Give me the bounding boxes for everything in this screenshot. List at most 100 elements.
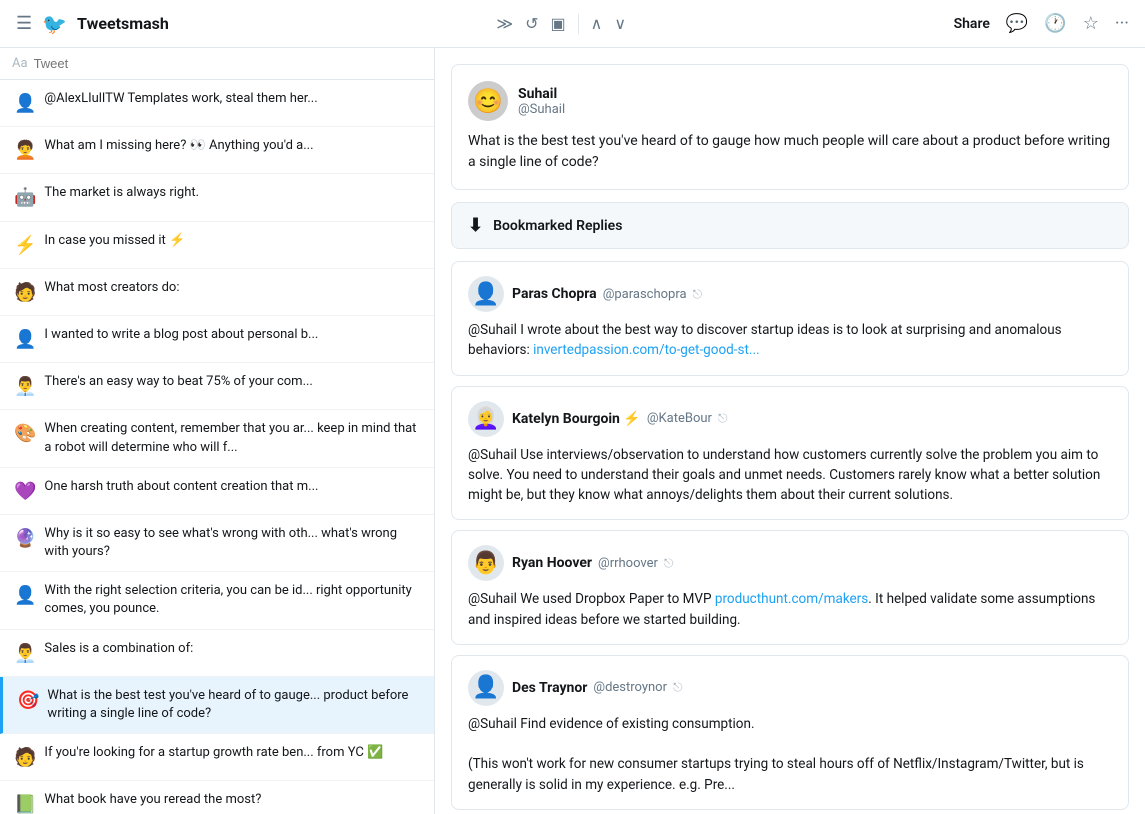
tweet-item-text: What most creators do: xyxy=(44,279,179,297)
bookmarked-icon: ⬇ xyxy=(468,215,483,236)
tweet-list-item[interactable]: 💜 One harsh truth about content creation… xyxy=(0,468,434,515)
tweet-item-text: One harsh truth about content creation t… xyxy=(44,478,318,496)
share-button[interactable]: Share xyxy=(954,16,990,32)
reply-body: @Suhail I wrote about the best way to di… xyxy=(468,320,1112,361)
tweet-item-text: What is the best test you've heard of to… xyxy=(47,687,420,723)
external-link-icon[interactable]: ⎋ xyxy=(673,680,683,695)
sidebar: Aa 👤 @AlexLIullTW Templates work, steal … xyxy=(0,48,435,814)
tweet-item-avatar: 👤 xyxy=(14,583,36,608)
up-arrow-icon[interactable]: ∧ xyxy=(587,10,607,37)
reply-avatar: 👨 xyxy=(468,545,504,581)
reply-card: 👤 Des Traynor @destroynor ⎋ @Suhail Find… xyxy=(451,655,1129,810)
sidebar-search-bar: Aa xyxy=(0,48,434,80)
hamburger-menu[interactable]: ☰ xyxy=(16,13,32,34)
tweet-list-item[interactable]: 👨‍💼 There's an easy way to beat 75% of y… xyxy=(0,363,434,410)
main-tweet-body: What is the best test you've heard of to… xyxy=(468,131,1112,173)
reply-author-handle: @rrhoover xyxy=(598,556,658,571)
app-logo-icon: 🐦 xyxy=(42,12,67,36)
tweet-item-text: Sales is a combination of: xyxy=(44,640,193,658)
tweet-item-avatar: 🧑 xyxy=(14,280,36,305)
external-link-icon[interactable]: ⎋ xyxy=(664,556,674,571)
reply-author-handle: @KateBour xyxy=(647,411,712,426)
tweet-list-item[interactable]: 🎨 When creating content, remember that y… xyxy=(0,410,434,467)
forward-icon[interactable]: ≫ xyxy=(492,10,517,37)
tweet-item-text: If you're looking for a startup growth r… xyxy=(44,744,383,762)
external-link-icon[interactable]: ⎋ xyxy=(718,411,728,426)
chat-icon[interactable]: 💬 xyxy=(1006,13,1028,34)
tweet-item-avatar: 👤 xyxy=(14,327,36,352)
clock-icon[interactable]: 🕐 xyxy=(1044,13,1066,34)
tweet-list-item[interactable]: 🧑‍🦱 What am I missing here? 👀 Anything y… xyxy=(0,127,434,174)
tweet-list-item[interactable]: 👤 I wanted to write a blog post about pe… xyxy=(0,316,434,363)
reply-card: 👤 Paras Chopra @paraschopra ⎋ @Suhail I … xyxy=(451,261,1129,376)
reply-header: 👤 Paras Chopra @paraschopra ⎋ xyxy=(468,276,1112,312)
search-input[interactable] xyxy=(34,56,422,71)
topbar: ☰ 🐦 Tweetsmash ≫ ↺ ▣ ∧ ∨ Share 💬 🕐 ☆ ··· xyxy=(0,0,1145,48)
tweet-item-text: I wanted to write a blog post about pers… xyxy=(44,326,318,344)
tweet-item-text: There's an easy way to beat 75% of your … xyxy=(44,373,312,391)
tweet-item-avatar: 🤖 xyxy=(14,185,36,210)
reply-list: 👤 Paras Chopra @paraschopra ⎋ @Suhail I … xyxy=(451,261,1129,810)
tweet-item-text: Why is it so easy to see what's wrong wi… xyxy=(44,525,420,561)
tweet-list-item[interactable]: ⚡ In case you missed it ⚡ xyxy=(0,222,434,269)
external-link-icon[interactable]: ⎋ xyxy=(693,287,703,302)
tweet-item-avatar: 💜 xyxy=(14,479,36,504)
tweet-list-item[interactable]: 👤 With the right selection criteria, you… xyxy=(0,572,434,629)
main-layout: Aa 👤 @AlexLIullTW Templates work, steal … xyxy=(0,48,1145,814)
reply-author-handle: @paraschopra xyxy=(603,287,687,302)
reply-link[interactable]: producthunt.com/makers xyxy=(715,591,868,607)
tweet-item-text: With the right selection criteria, you c… xyxy=(44,582,420,618)
reply-body: @Suhail Find evidence of existing consum… xyxy=(468,714,1112,795)
nav-divider xyxy=(578,14,579,34)
main-tweet-author-handle: @Suhail xyxy=(518,102,565,117)
search-aa-label: Aa xyxy=(12,56,28,71)
layout-icon[interactable]: ▣ xyxy=(547,10,570,37)
tweet-item-avatar: 🎨 xyxy=(14,421,36,446)
reply-author-name: Katelyn Bourgoin ⚡ xyxy=(512,411,641,427)
reply-link[interactable]: invertedpassion.com/to-get-good-st... xyxy=(533,342,759,358)
reply-avatar: 👩‍🦳 xyxy=(468,401,504,437)
reply-author-name: Paras Chopra xyxy=(512,286,597,302)
tweet-list-item[interactable]: 🎯 What is the best test you've heard of … xyxy=(0,677,434,734)
tweet-item-text: What am I missing here? 👀 Anything you'd… xyxy=(44,137,313,155)
tweet-list: 👤 @AlexLIullTW Templates work, steal the… xyxy=(0,80,434,814)
reply-user-info: Katelyn Bourgoin ⚡ @KateBour ⎋ xyxy=(512,411,727,427)
reply-card: 👨 Ryan Hoover @rrhoover ⎋ @Suhail We use… xyxy=(451,530,1129,645)
tweet-list-item[interactable]: 👨‍💼 Sales is a combination of: xyxy=(0,630,434,677)
down-arrow-icon[interactable]: ∨ xyxy=(610,10,630,37)
right-panel: 😊 Suhail @Suhail What is the best test y… xyxy=(435,48,1145,814)
reply-body: @Suhail Use interviews/observation to un… xyxy=(468,445,1112,506)
main-tweet-header: 😊 Suhail @Suhail xyxy=(468,81,1112,121)
tweet-item-avatar: 👨‍💼 xyxy=(14,374,36,399)
main-tweet-user-info: Suhail @Suhail xyxy=(518,86,565,117)
more-options-icon[interactable]: ··· xyxy=(1115,13,1129,34)
reply-header: 👤 Des Traynor @destroynor ⎋ xyxy=(468,670,1112,706)
tweet-item-text: The market is always right. xyxy=(44,184,199,202)
main-tweet-avatar: 😊 xyxy=(468,81,508,121)
reply-body: @Suhail We used Dropbox Paper to MVP pro… xyxy=(468,589,1112,630)
reply-header: 👨 Ryan Hoover @rrhoover ⎋ xyxy=(468,545,1112,581)
tweet-list-item[interactable]: 🧑 If you're looking for a startup growth… xyxy=(0,734,434,781)
tweet-item-avatar: 📗 xyxy=(14,792,36,814)
reply-header: 👩‍🦳 Katelyn Bourgoin ⚡ @KateBour ⎋ xyxy=(468,401,1112,437)
tweet-list-item[interactable]: 🧑 What most creators do: xyxy=(0,269,434,316)
tweet-item-text: When creating content, remember that you… xyxy=(44,420,420,456)
reply-author-name: Ryan Hoover xyxy=(512,555,592,571)
tweet-list-item[interactable]: 🔮 Why is it so easy to see what's wrong … xyxy=(0,515,434,572)
tweet-item-text: In case you missed it ⚡ xyxy=(44,232,185,250)
tweet-item-text: @AlexLIullTW Templates work, steal them … xyxy=(44,90,317,108)
retweet-icon[interactable]: ↺ xyxy=(521,10,542,37)
tweet-list-item[interactable]: 🤖 The market is always right. xyxy=(0,174,434,221)
tweet-item-avatar: 👨‍💼 xyxy=(14,641,36,666)
topbar-right: Share 💬 🕐 ☆ ··· xyxy=(954,13,1129,34)
bookmarked-replies-header: ⬇ Bookmarked Replies xyxy=(451,202,1129,249)
topbar-left: ☰ 🐦 Tweetsmash xyxy=(16,12,169,36)
reply-user-info: Paras Chopra @paraschopra ⎋ xyxy=(512,286,702,302)
star-icon[interactable]: ☆ xyxy=(1083,13,1099,34)
reply-avatar: 👤 xyxy=(468,276,504,312)
tweet-list-item[interactable]: 👤 @AlexLIullTW Templates work, steal the… xyxy=(0,80,434,127)
reply-user-info: Des Traynor @destroynor ⎋ xyxy=(512,680,683,696)
reply-avatar: 👤 xyxy=(468,670,504,706)
tweet-list-item[interactable]: 📗 What book have you reread the most? xyxy=(0,781,434,814)
main-tweet-card: 😊 Suhail @Suhail What is the best test y… xyxy=(451,64,1129,190)
